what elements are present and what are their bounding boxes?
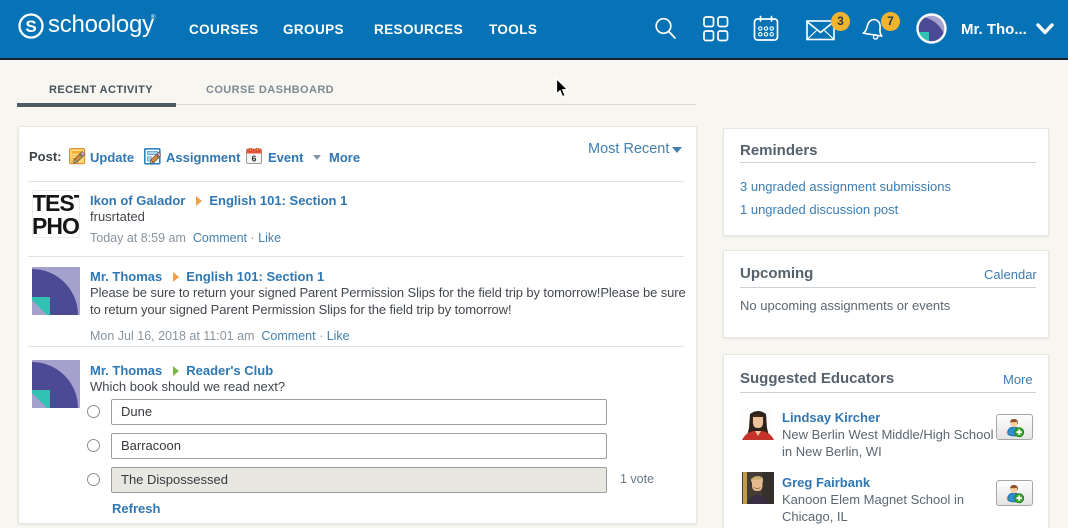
svg-text:6: 6 bbox=[252, 153, 257, 163]
svg-text:S: S bbox=[25, 17, 36, 36]
